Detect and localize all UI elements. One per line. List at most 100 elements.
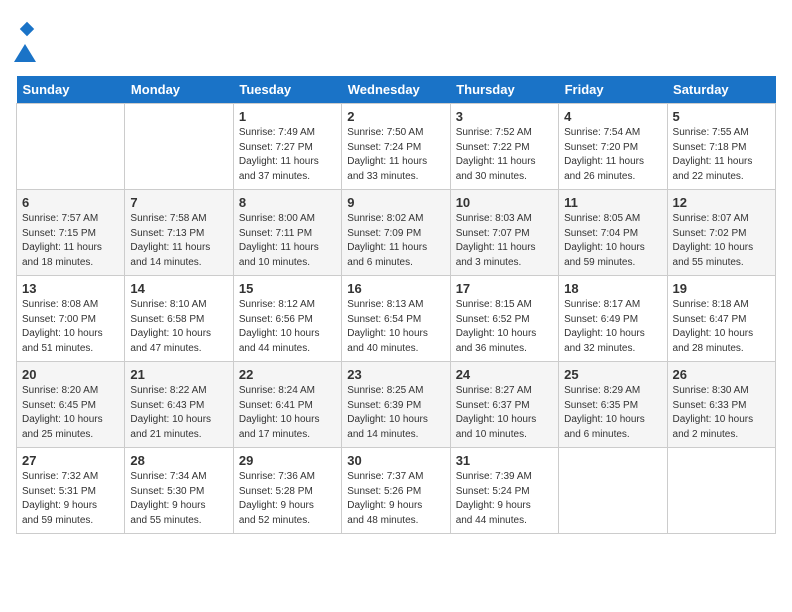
day-number: 25 — [564, 367, 661, 382]
day-info: Sunrise: 7:52 AM Sunset: 7:22 PM Dayligh… — [456, 126, 553, 184]
day-cell: 27 Sunrise: 7:32 AM Sunset: 5:31 PM Dayli… — [17, 448, 125, 534]
day-cell — [17, 104, 125, 190]
day-number: 12 — [673, 195, 770, 210]
page-header — [16, 16, 776, 64]
day-number: 14 — [130, 281, 227, 296]
column-header-monday: Monday — [125, 76, 233, 104]
day-number: 24 — [456, 367, 553, 382]
day-number: 26 — [673, 367, 770, 382]
day-info: Sunrise: 7:58 AM Sunset: 7:13 PM Dayligh… — [130, 212, 227, 270]
day-cell: 3 Sunrise: 7:52 AM Sunset: 7:22 PM Daylig… — [450, 104, 558, 190]
day-number: 31 — [456, 453, 553, 468]
day-cell: 14 Sunrise: 8:10 AM Sunset: 6:58 PM Dayli… — [125, 276, 233, 362]
column-header-sunday: Sunday — [17, 76, 125, 104]
day-cell: 24 Sunrise: 8:27 AM Sunset: 6:37 PM Dayli… — [450, 362, 558, 448]
day-cell — [667, 448, 775, 534]
day-info: Sunrise: 8:15 AM Sunset: 6:52 PM Dayligh… — [456, 298, 553, 356]
header-row: SundayMondayTuesdayWednesdayThursdayFrid… — [17, 76, 776, 104]
day-number: 4 — [564, 109, 661, 124]
column-header-tuesday: Tuesday — [233, 76, 341, 104]
day-cell: 18 Sunrise: 8:17 AM Sunset: 6:49 PM Dayli… — [559, 276, 667, 362]
day-info: Sunrise: 7:50 AM Sunset: 7:24 PM Dayligh… — [347, 126, 444, 184]
day-number: 6 — [22, 195, 119, 210]
day-info: Sunrise: 8:24 AM Sunset: 6:41 PM Dayligh… — [239, 384, 336, 442]
day-info: Sunrise: 8:30 AM Sunset: 6:33 PM Dayligh… — [673, 384, 770, 442]
day-number: 21 — [130, 367, 227, 382]
day-cell: 25 Sunrise: 8:29 AM Sunset: 6:35 PM Dayli… — [559, 362, 667, 448]
day-cell — [125, 104, 233, 190]
day-info: Sunrise: 7:49 AM Sunset: 7:27 PM Dayligh… — [239, 126, 336, 184]
day-cell: 7 Sunrise: 7:58 AM Sunset: 7:13 PM Daylig… — [125, 190, 233, 276]
column-header-friday: Friday — [559, 76, 667, 104]
day-number: 2 — [347, 109, 444, 124]
day-number: 23 — [347, 367, 444, 382]
day-number: 30 — [347, 453, 444, 468]
week-row-1: 1 Sunrise: 7:49 AM Sunset: 7:27 PM Daylig… — [17, 104, 776, 190]
day-number: 16 — [347, 281, 444, 296]
week-row-2: 6 Sunrise: 7:57 AM Sunset: 7:15 PM Daylig… — [17, 190, 776, 276]
day-info: Sunrise: 7:36 AM Sunset: 5:28 PM Dayligh… — [239, 470, 336, 528]
column-header-wednesday: Wednesday — [342, 76, 450, 104]
day-number: 5 — [673, 109, 770, 124]
column-header-thursday: Thursday — [450, 76, 558, 104]
day-number: 7 — [130, 195, 227, 210]
day-info: Sunrise: 8:13 AM Sunset: 6:54 PM Dayligh… — [347, 298, 444, 356]
day-info: Sunrise: 8:27 AM Sunset: 6:37 PM Dayligh… — [456, 384, 553, 442]
day-number: 29 — [239, 453, 336, 468]
day-info: Sunrise: 8:03 AM Sunset: 7:07 PM Dayligh… — [456, 212, 553, 270]
day-info: Sunrise: 8:10 AM Sunset: 6:58 PM Dayligh… — [130, 298, 227, 356]
day-cell: 16 Sunrise: 8:13 AM Sunset: 6:54 PM Dayli… — [342, 276, 450, 362]
day-number: 11 — [564, 195, 661, 210]
day-info: Sunrise: 8:05 AM Sunset: 7:04 PM Dayligh… — [564, 212, 661, 270]
day-info: Sunrise: 8:29 AM Sunset: 6:35 PM Dayligh… — [564, 384, 661, 442]
day-number: 1 — [239, 109, 336, 124]
day-cell: 19 Sunrise: 8:18 AM Sunset: 6:47 PM Dayli… — [667, 276, 775, 362]
day-info: Sunrise: 7:32 AM Sunset: 5:31 PM Dayligh… — [22, 470, 119, 528]
day-info: Sunrise: 7:57 AM Sunset: 7:15 PM Dayligh… — [22, 212, 119, 270]
day-info: Sunrise: 8:12 AM Sunset: 6:56 PM Dayligh… — [239, 298, 336, 356]
day-number: 27 — [22, 453, 119, 468]
day-number: 22 — [239, 367, 336, 382]
day-info: Sunrise: 8:17 AM Sunset: 6:49 PM Dayligh… — [564, 298, 661, 356]
day-cell: 10 Sunrise: 8:03 AM Sunset: 7:07 PM Dayli… — [450, 190, 558, 276]
day-info: Sunrise: 8:18 AM Sunset: 6:47 PM Dayligh… — [673, 298, 770, 356]
day-number: 28 — [130, 453, 227, 468]
day-cell: 13Sunrise: 8:08 AM Sunset: 7:00 PM Dayli… — [17, 276, 125, 362]
day-number: 18 — [564, 281, 661, 296]
day-info: Sunrise: 7:55 AM Sunset: 7:18 PM Dayligh… — [673, 126, 770, 184]
week-row-4: 20 Sunrise: 8:20 AM Sunset: 6:45 PM Dayli… — [17, 362, 776, 448]
day-cell: 29 Sunrise: 7:36 AM Sunset: 5:28 PM Dayli… — [233, 448, 341, 534]
day-cell: 26 Sunrise: 8:30 AM Sunset: 6:33 PM Dayli… — [667, 362, 775, 448]
day-cell: 15 Sunrise: 8:12 AM Sunset: 6:56 PM Dayli… — [233, 276, 341, 362]
day-cell: 4Sunrise: 7:54 AM Sunset: 7:20 PM Daylig… — [559, 104, 667, 190]
day-cell: 22 Sunrise: 8:24 AM Sunset: 6:41 PM Dayli… — [233, 362, 341, 448]
day-cell: 23 Sunrise: 8:25 AM Sunset: 6:39 PM Dayli… — [342, 362, 450, 448]
calendar-table: SundayMondayTuesdayWednesdayThursdayFrid… — [16, 76, 776, 534]
day-cell: 20 Sunrise: 8:20 AM Sunset: 6:45 PM Dayli… — [17, 362, 125, 448]
day-info: Sunrise: 8:07 AM Sunset: 7:02 PM Dayligh… — [673, 212, 770, 270]
day-info: Sunrise: 8:25 AM Sunset: 6:39 PM Dayligh… — [347, 384, 444, 442]
day-cell: 12 Sunrise: 8:07 AM Sunset: 7:02 PM Dayli… — [667, 190, 775, 276]
day-cell: 30Sunrise: 7:37 AM Sunset: 5:26 PM Dayli… — [342, 448, 450, 534]
day-number: 10 — [456, 195, 553, 210]
day-number: 20 — [22, 367, 119, 382]
day-cell — [559, 448, 667, 534]
logo — [16, 16, 36, 64]
day-number: 8 — [239, 195, 336, 210]
day-info: Sunrise: 8:00 AM Sunset: 7:11 PM Dayligh… — [239, 212, 336, 270]
day-number: 9 — [347, 195, 444, 210]
day-number: 19 — [673, 281, 770, 296]
day-number: 3 — [456, 109, 553, 124]
logo-text — [16, 16, 36, 64]
day-cell: 8 Sunrise: 8:00 AM Sunset: 7:11 PM Daylig… — [233, 190, 341, 276]
day-cell: 11 Sunrise: 8:05 AM Sunset: 7:04 PM Dayli… — [559, 190, 667, 276]
day-info: Sunrise: 8:20 AM Sunset: 6:45 PM Dayligh… — [22, 384, 119, 442]
day-cell: 21Sunrise: 8:22 AM Sunset: 6:43 PM Dayli… — [125, 362, 233, 448]
day-cell: 17 Sunrise: 8:15 AM Sunset: 6:52 PM Dayli… — [450, 276, 558, 362]
day-info: Sunrise: 8:02 AM Sunset: 7:09 PM Dayligh… — [347, 212, 444, 270]
day-info: Sunrise: 7:39 AM Sunset: 5:24 PM Dayligh… — [456, 470, 553, 528]
week-row-5: 27 Sunrise: 7:32 AM Sunset: 5:31 PM Dayli… — [17, 448, 776, 534]
day-number: 17 — [456, 281, 553, 296]
week-row-3: 13Sunrise: 8:08 AM Sunset: 7:00 PM Dayli… — [17, 276, 776, 362]
day-number: 15 — [239, 281, 336, 296]
